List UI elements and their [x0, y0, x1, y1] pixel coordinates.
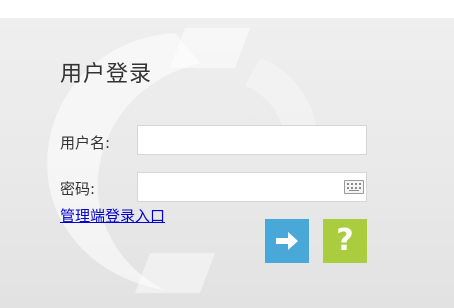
help-button[interactable]: ? [323, 219, 367, 263]
question-mark-icon: ? [336, 223, 354, 258]
page-title: 用户登录 [60, 62, 153, 87]
admin-login-link[interactable]: 管理端登录入口 [60, 205, 165, 226]
login-panel: 用户登录 [0, 18, 454, 308]
keyboard-icon[interactable] [344, 180, 364, 194]
password-label: 密码: [60, 180, 96, 198]
top-strip [0, 0, 454, 18]
login-submit-button[interactable] [265, 219, 309, 263]
arrow-right-icon [276, 232, 298, 250]
password-input[interactable] [137, 172, 367, 202]
username-input[interactable] [137, 125, 367, 155]
username-label: 用户名: [60, 134, 111, 152]
